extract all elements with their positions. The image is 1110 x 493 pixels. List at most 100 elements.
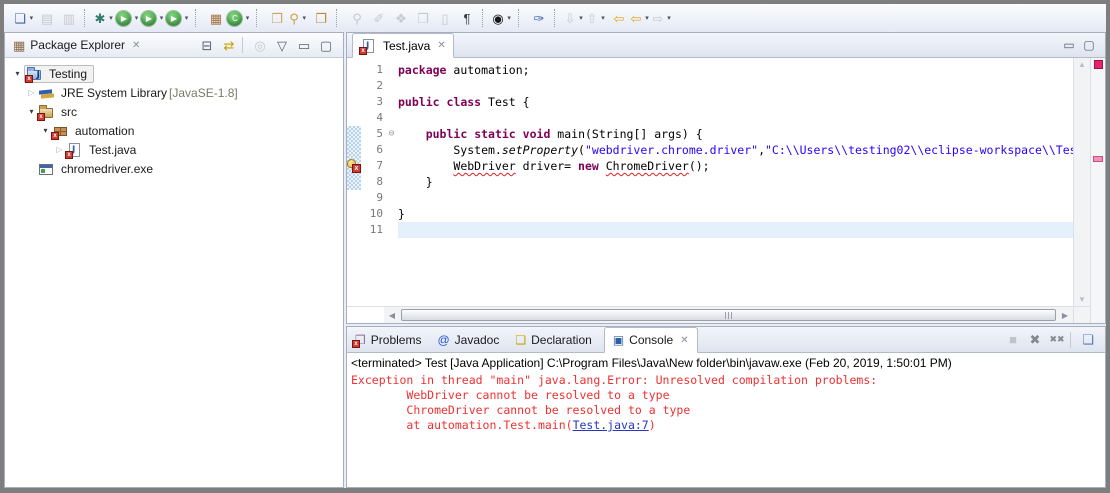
- dropdown-arrow-icon[interactable]: ▾: [576, 14, 585, 22]
- horizontal-scrollbar[interactable]: ◀ ▶: [347, 306, 1073, 323]
- code-text[interactable]: [398, 190, 1073, 206]
- tree-item-testing[interactable]: ▾JxTesting: [5, 64, 343, 83]
- run-coverage-button[interactable]: ▶▾: [141, 7, 166, 29]
- new-icon: ❏: [14, 11, 26, 26]
- annotation-margin[interactable]: [347, 110, 361, 126]
- stack-trace-link[interactable]: Test.java:7: [573, 418, 649, 432]
- tab-console[interactable]: ▣Console✕: [604, 327, 698, 353]
- tab-javadoc[interactable]: @Javadoc: [429, 327, 507, 352]
- code-token: Test {: [481, 95, 529, 109]
- code-text[interactable]: public static void main(String[] args) {: [398, 126, 1073, 142]
- console-view: ❒xProblems@Javadoc❏Declaration▣Console✕■…: [346, 326, 1106, 488]
- new-java-package-button[interactable]: ▦: [205, 7, 227, 29]
- tab-package-explorer[interactable]: ▦ Package Explorer ✕: [5, 33, 148, 57]
- tree-item-test-java[interactable]: ▷JxTest.java: [5, 140, 343, 159]
- error-line-marker[interactable]: [1093, 156, 1103, 162]
- debug-button[interactable]: ✱▾: [94, 7, 116, 29]
- minimize-button[interactable]: ▭: [1059, 35, 1079, 55]
- maximize-button[interactable]: ▢: [315, 34, 337, 56]
- horizontal-scroll-thumb[interactable]: [401, 309, 1056, 321]
- collapse-all-button[interactable]: ⊟: [196, 34, 218, 56]
- vertical-scrollbar[interactable]: ▲ ▼: [1073, 58, 1090, 306]
- gutter-corner: [347, 307, 384, 323]
- dropdown-arrow-icon[interactable]: ▾: [157, 14, 166, 22]
- collapsed-arrow-icon[interactable]: ▷: [25, 88, 38, 97]
- annotation-margin[interactable]: [347, 222, 361, 238]
- code-text[interactable]: }: [398, 174, 1073, 190]
- dropdown-arrow-icon[interactable]: ▾: [106, 14, 115, 22]
- exe-icon: [38, 161, 55, 177]
- code-editor[interactable]: 1package automation;23public class Test …: [347, 58, 1073, 306]
- tree-item-chromedriver[interactable]: chromedriver.exe: [5, 159, 343, 178]
- dropdown-arrow-icon[interactable]: ▾: [598, 14, 607, 22]
- code-text[interactable]: [398, 78, 1073, 94]
- search-icon: ⚲: [289, 11, 299, 26]
- tree-item-jre-system-library[interactable]: ▷JRE System Library [JavaSE-1.8]: [5, 83, 343, 102]
- scroll-down-icon[interactable]: ▼: [1078, 295, 1086, 304]
- expanded-arrow-icon[interactable]: ▾: [11, 69, 24, 78]
- search-button[interactable]: ⚲▾: [288, 7, 310, 29]
- range-indicator[interactable]: [347, 126, 361, 142]
- link-with-editor-button[interactable]: ⇄: [218, 34, 240, 56]
- code-text[interactable]: [398, 222, 1073, 238]
- open-console-button[interactable]: ❏: [1077, 329, 1099, 351]
- maximize-button[interactable]: ▢: [1079, 35, 1099, 55]
- run-button[interactable]: ▶▾: [116, 7, 141, 29]
- dropdown-arrow-icon[interactable]: ▾: [642, 14, 651, 22]
- error-overview-indicator[interactable]: [1094, 60, 1103, 69]
- open-task-button[interactable]: ❐: [266, 7, 288, 29]
- tree-item-src[interactable]: ▾xsrc: [5, 102, 343, 121]
- scroll-up-icon[interactable]: ▲: [1078, 60, 1086, 69]
- annotation-margin[interactable]: [347, 94, 361, 110]
- close-icon[interactable]: ✕: [437, 40, 445, 51]
- tab-problems[interactable]: ❒xProblems: [347, 327, 429, 352]
- code-text[interactable]: public class Test {: [398, 94, 1073, 110]
- dropdown-arrow-icon[interactable]: ▾: [182, 14, 191, 22]
- open-resource-button[interactable]: ❐: [310, 7, 332, 29]
- remove-launch-button[interactable]: ✖: [1024, 329, 1046, 351]
- show-whitespace-button[interactable]: ¶: [456, 7, 478, 29]
- console-output[interactable]: <terminated> Test [Java Application] C:\…: [347, 353, 1105, 487]
- dropdown-arrow-icon[interactable]: ▾: [27, 14, 36, 22]
- code-text[interactable]: System.setProperty("webdriver.chrome.dri…: [398, 142, 1073, 158]
- back-button[interactable]: ⇦▾: [630, 7, 652, 29]
- code-text[interactable]: WebDriver driver= new ChromeDriver();: [398, 158, 1073, 174]
- close-icon[interactable]: ✕: [132, 40, 140, 51]
- new-button[interactable]: ❏▾: [14, 7, 36, 29]
- code-text[interactable]: [398, 110, 1073, 126]
- remove-launch-icon: ✖: [1030, 332, 1041, 347]
- code-text[interactable]: }: [398, 206, 1073, 222]
- scroll-right-icon[interactable]: ▶: [1057, 311, 1073, 320]
- last-edit-location-button[interactable]: ⇦: [608, 7, 630, 29]
- code-text[interactable]: package automation;: [398, 62, 1073, 78]
- minimize-button[interactable]: ▭: [293, 34, 315, 56]
- range-indicator[interactable]: [347, 142, 361, 158]
- tab-declaration[interactable]: ❏Declaration: [507, 327, 599, 352]
- show-whitespace-icon: ¶: [464, 11, 471, 26]
- dropdown-arrow-icon[interactable]: ▾: [132, 14, 141, 22]
- dropdown-arrow-icon[interactable]: ▾: [300, 14, 309, 22]
- annotation-margin[interactable]: [347, 206, 361, 222]
- scroll-left-icon[interactable]: ◀: [384, 311, 400, 320]
- annotation-margin[interactable]: [347, 62, 361, 78]
- fold-margin: [385, 110, 398, 126]
- dropdown-arrow-icon[interactable]: ▾: [243, 14, 252, 22]
- range-indicator[interactable]: [347, 174, 361, 190]
- mark-occurrences-button[interactable]: ✑: [528, 7, 550, 29]
- annotation-margin[interactable]: [347, 78, 361, 94]
- dropdown-arrow-icon[interactable]: ▾: [505, 14, 514, 22]
- fold-collapse-icon[interactable]: ⊖: [385, 126, 398, 142]
- remove-all-terminated-button[interactable]: ✖✖: [1046, 329, 1068, 351]
- run-external-tools-button[interactable]: ▶▾: [166, 7, 191, 29]
- tab-test-java[interactable]: Jx Test.java ✕: [352, 33, 454, 58]
- forward-button[interactable]: ⇨▾: [652, 7, 674, 29]
- range-indicator[interactable]: x: [347, 158, 361, 174]
- dropdown-arrow-icon[interactable]: ▾: [664, 14, 673, 22]
- close-icon[interactable]: ✕: [680, 335, 688, 346]
- tree-item-automation[interactable]: ▾xautomation: [5, 121, 343, 140]
- error-lightbulb-icon[interactable]: x: [347, 159, 361, 173]
- user-button[interactable]: ◉▾: [492, 7, 514, 29]
- new-java-class-button[interactable]: C▾: [227, 7, 252, 29]
- annotation-margin[interactable]: [347, 190, 361, 206]
- view-menu-button[interactable]: ▽: [271, 34, 293, 56]
